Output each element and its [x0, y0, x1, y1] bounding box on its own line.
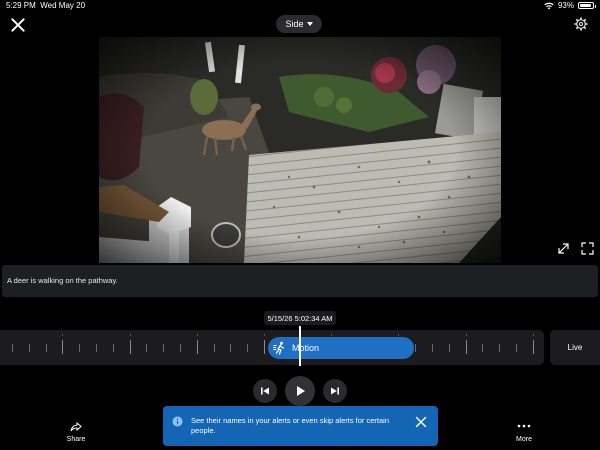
- event-timestamp: 5/15/26 5:02:34 AM: [264, 311, 336, 325]
- battery-percent: 93%: [557, 1, 574, 10]
- more-button[interactable]: More: [508, 420, 540, 446]
- timeline-tick-dot: [533, 334, 534, 336]
- timeline-tick: [113, 344, 114, 352]
- timeline-tick: [432, 344, 433, 352]
- timeline-tick: [533, 340, 534, 354]
- timeline-tick: [516, 344, 517, 352]
- skip-previous-icon: [261, 387, 269, 395]
- timeline-tick: [163, 344, 164, 352]
- skip-previous-button[interactable]: [253, 379, 277, 403]
- play-icon: [297, 386, 305, 396]
- timeline-tick: [46, 344, 47, 352]
- motion-label: Motion: [292, 343, 320, 353]
- timeline-tick-dot: [331, 334, 332, 336]
- resize-icon[interactable]: [557, 242, 570, 255]
- share-label: Share: [66, 436, 86, 443]
- timeline-tick: [466, 340, 467, 354]
- live-button[interactable]: Live: [550, 330, 600, 365]
- timeline-tick: [230, 344, 231, 352]
- timeline-tick: [180, 344, 181, 352]
- toast-message: See their names in your alerts or even s…: [191, 416, 390, 435]
- timeline-tick: [12, 344, 13, 352]
- live-label: Live: [567, 343, 583, 352]
- share-button[interactable]: Share: [60, 420, 92, 446]
- info-icon: [172, 416, 183, 427]
- timeline-tick-dot: [264, 334, 265, 336]
- timeline-tick: [146, 344, 147, 352]
- play-button[interactable]: [285, 376, 315, 406]
- status-left: 5:29 PM Wed May 20: [6, 1, 85, 10]
- more-label: More: [516, 436, 532, 443]
- wifi-icon: [544, 2, 554, 9]
- camera-name: Side: [285, 19, 304, 29]
- timeline-tick-dot: [398, 334, 399, 336]
- more-icon: [517, 424, 531, 428]
- status-date: Wed May 20: [40, 1, 86, 10]
- timeline-playhead[interactable]: [299, 326, 301, 366]
- event-caption: A deer is walking on the pathway.: [7, 276, 118, 285]
- timeline-tick: [499, 344, 500, 352]
- timeline-tick: [197, 340, 198, 354]
- timeline-tick: [79, 344, 80, 352]
- timeline-tick: [247, 344, 248, 352]
- status-time: 5:29 PM: [6, 1, 36, 10]
- timeline-tick-dot: [197, 334, 198, 336]
- status-bar: 5:29 PM Wed May 20 93%: [0, 0, 600, 12]
- timeline-tick-dot: [466, 334, 467, 336]
- timeline-tick-dot: [62, 334, 63, 336]
- timeline-tick: [29, 344, 30, 352]
- skip-next-icon: [331, 387, 339, 395]
- gear-icon[interactable]: [574, 17, 588, 31]
- motion-event-pill[interactable]: Motion: [268, 337, 414, 359]
- fullscreen-icon[interactable]: [581, 242, 594, 255]
- timeline-tick: [415, 344, 416, 352]
- close-icon[interactable]: [415, 416, 427, 428]
- skip-next-button[interactable]: [323, 379, 347, 403]
- info-toast: See their names in your alerts or even s…: [163, 406, 438, 446]
- camera-video-feed[interactable]: [99, 37, 501, 263]
- close-icon[interactable]: [10, 17, 26, 33]
- timeline-tick: [482, 344, 483, 352]
- battery-icon: [578, 2, 596, 9]
- timeline-tick: [449, 344, 450, 352]
- event-caption-box: A deer is walking on the pathway.: [2, 265, 598, 297]
- video-frame: [99, 37, 501, 263]
- timeline-tick: [130, 340, 131, 354]
- motion-icon: [273, 341, 284, 355]
- timeline-tick: [62, 340, 63, 354]
- timeline-tick-dot: [130, 334, 131, 336]
- status-right: 93%: [544, 1, 596, 10]
- camera-selector[interactable]: Side: [276, 15, 322, 33]
- chevron-down-icon: [306, 22, 313, 26]
- timeline-tick: [264, 340, 265, 354]
- share-icon: [70, 421, 82, 432]
- timeline-tick: [214, 344, 215, 352]
- timeline-tick: [96, 344, 97, 352]
